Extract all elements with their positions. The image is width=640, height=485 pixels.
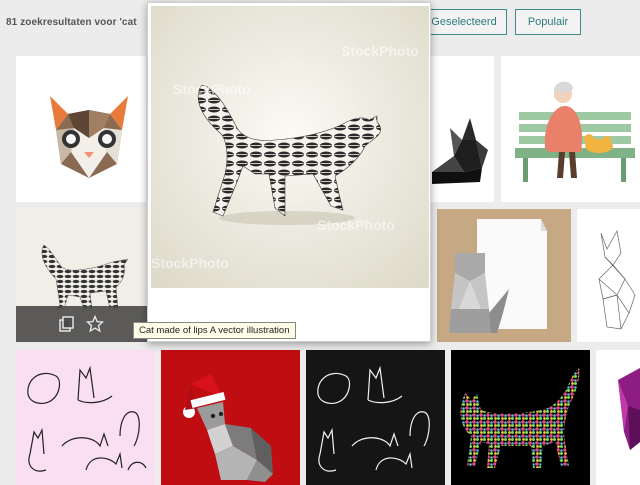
result-tile-cat-sketches-black[interactable] <box>306 350 445 485</box>
image-title-tooltip: Cat made of lips A vector illustration <box>133 322 296 339</box>
watermark-text: StockPhoto <box>173 81 251 97</box>
result-count-text: 81 zoekresultaten voor 'cat <box>6 17 137 28</box>
preview-image: StockPhoto StockPhoto StockPhoto StockPh… <box>151 6 429 288</box>
result-tile-wireframe-cat[interactable] <box>577 209 640 342</box>
result-tile-low-poly-cat-santa[interactable] <box>161 350 300 485</box>
result-tile-dotted-colorful-cat[interactable] <box>451 350 590 485</box>
cat-sketches-black-image <box>317 365 430 472</box>
image-preview-popup[interactable]: StockPhoto StockPhoto StockPhoto StockPh… <box>147 2 431 342</box>
result-tile-old-lady-bench[interactable] <box>501 56 640 202</box>
old-lady-bench-image <box>515 81 635 182</box>
low-poly-cat-santa-image <box>183 374 273 482</box>
origami-black-cat-image <box>432 118 488 184</box>
result-tile-cat-sketches-pink[interactable] <box>16 350 155 485</box>
watermark-text: StockPhoto <box>151 255 229 271</box>
sort-popular-button[interactable]: Populair <box>515 9 581 35</box>
copy-icon[interactable] <box>58 315 76 333</box>
star-icon[interactable] <box>86 315 104 333</box>
result-tile-geometric-cat-face[interactable] <box>16 56 146 202</box>
result-tile-origami-paper-cat[interactable] <box>437 209 571 342</box>
dotted-colorful-cat-image <box>460 368 580 468</box>
wireframe-cat-image <box>598 229 636 330</box>
geometric-cat-face-image <box>50 96 128 178</box>
result-tile-origami-black-cat[interactable] <box>430 56 494 202</box>
image-action-bar <box>16 306 149 342</box>
cat-sketches-pink-image <box>27 365 147 472</box>
watermark-text: StockPhoto <box>317 217 395 233</box>
result-tile-purple-cat[interactable] <box>596 350 640 485</box>
purple-cat-partial-image <box>618 368 640 450</box>
sort-selected-button[interactable]: Geselecteerd <box>421 9 507 35</box>
origami-paper-cat-image <box>449 219 547 333</box>
result-tile-cat-made-of-lips[interactable] <box>16 209 149 342</box>
watermark-text: StockPhoto <box>341 43 419 59</box>
